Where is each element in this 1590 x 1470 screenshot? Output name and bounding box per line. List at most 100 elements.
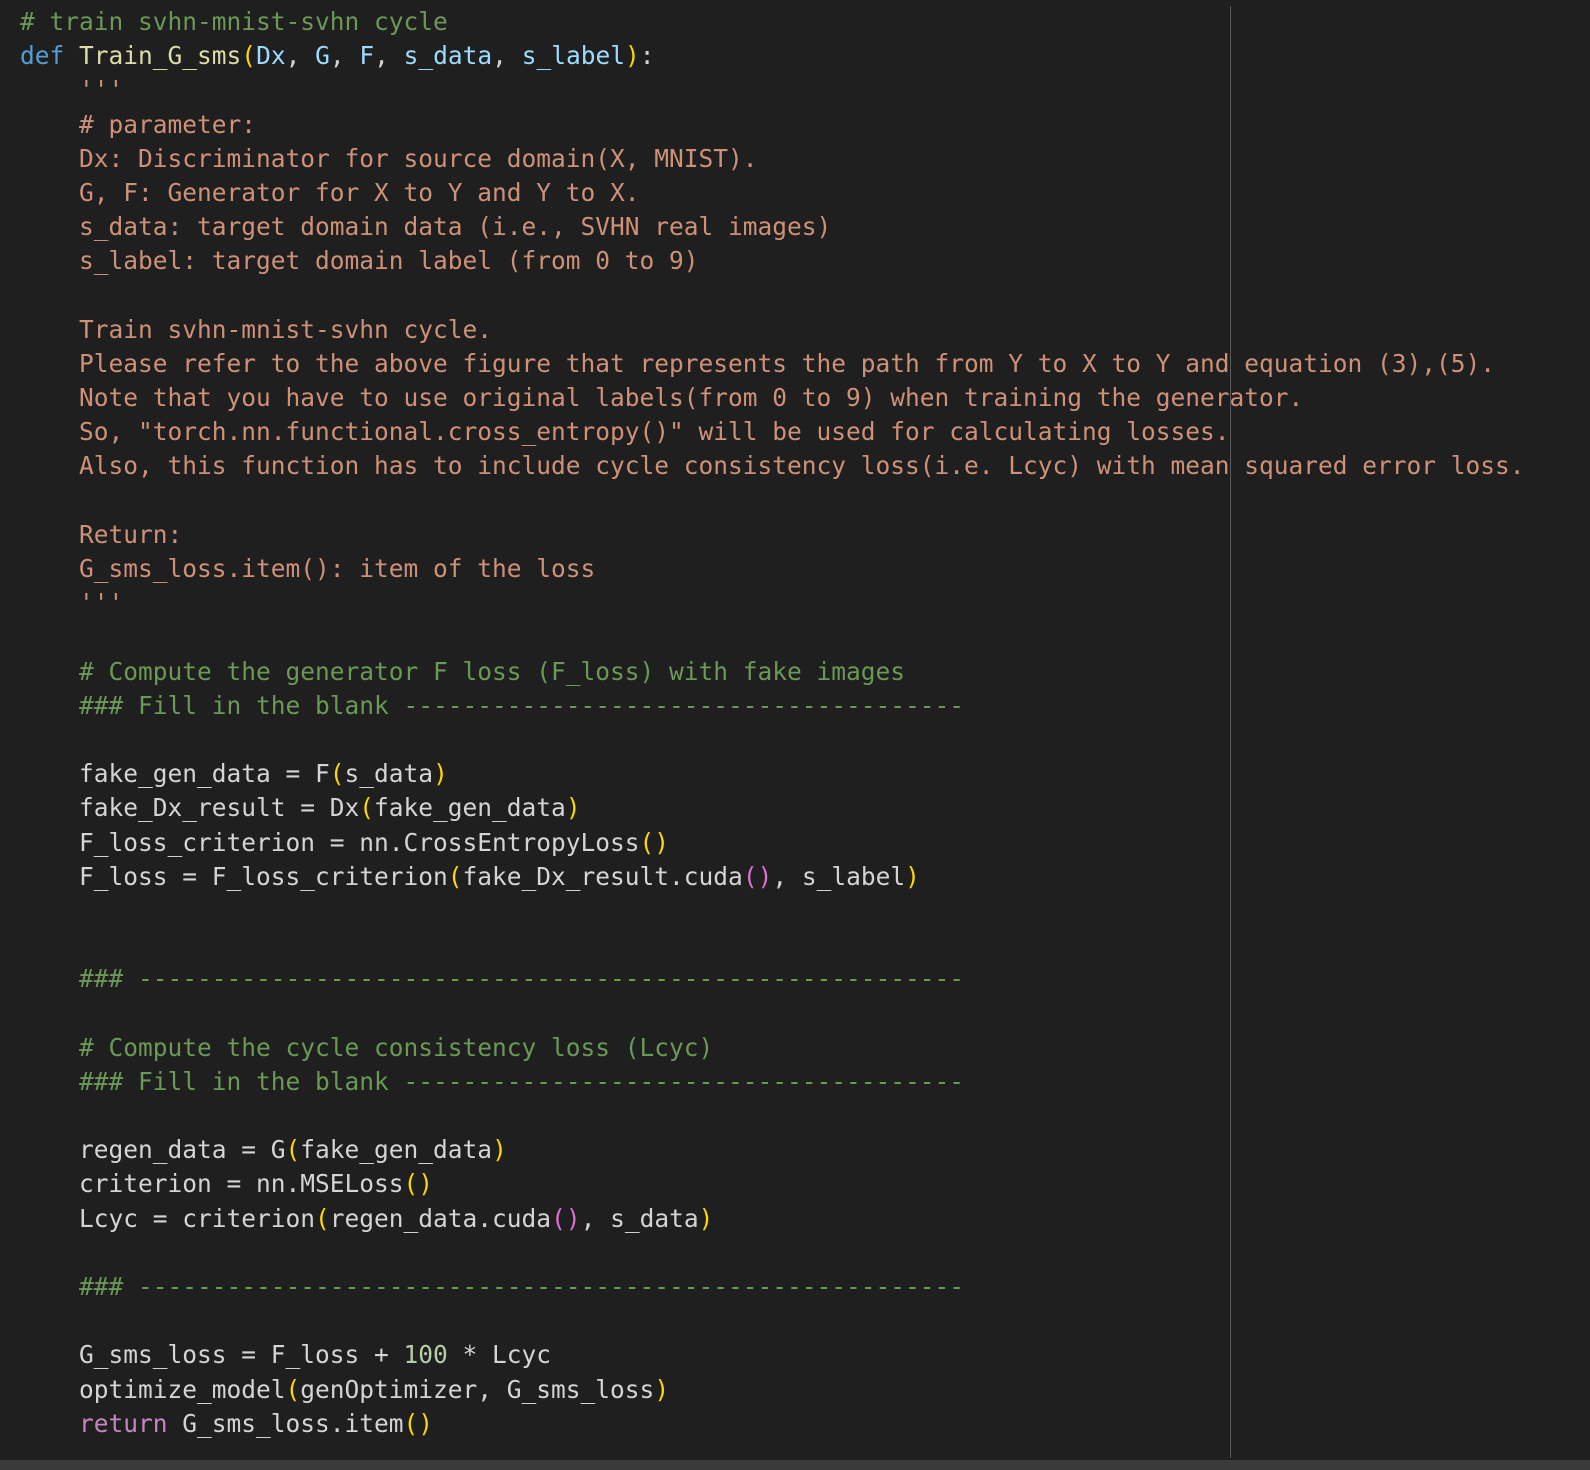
code-line-l33[interactable] xyxy=(20,1099,1525,1133)
code-token: , xyxy=(285,41,316,71)
code-line-l22[interactable] xyxy=(20,723,1525,757)
code-token: s_data xyxy=(344,759,434,789)
code-line-l04[interactable]: # parameter: xyxy=(20,108,1525,142)
code-token: Note that you have to use original label… xyxy=(79,383,1304,413)
code-token: So, "torch.nn.functional.cross_entropy()… xyxy=(79,417,1230,447)
code-line-l02[interactable]: def Train_G_sms(Dx, G, F, s_data, s_labe… xyxy=(20,39,1525,73)
code-token: ### ------------------------------------… xyxy=(79,964,965,994)
horizontal-scrollbar[interactable] xyxy=(0,1460,1590,1470)
code-token: genOptimizer, G_sms_loss xyxy=(300,1374,655,1404)
code-token: * Lcyc xyxy=(447,1340,552,1370)
code-line-l39[interactable] xyxy=(20,1304,1525,1338)
code-token: fake_Dx_result.cuda xyxy=(462,861,743,891)
code-line-l26[interactable]: F_loss = F_loss_criterion(fake_Dx_result… xyxy=(20,860,1525,894)
code-line-l09[interactable] xyxy=(20,279,1525,313)
code-token: def xyxy=(20,41,65,71)
code-token: G, F: Generator for X to Y and Y to X. xyxy=(79,177,640,207)
code-line-l41[interactable]: optimize_model(genOptimizer, G_sms_loss) xyxy=(20,1373,1525,1407)
code-line-l34[interactable]: regen_data = G(fake_gen_data) xyxy=(20,1133,1525,1167)
code-token: fake_gen_data = F xyxy=(79,759,330,789)
code-line-l37[interactable] xyxy=(20,1236,1525,1270)
code-token: s_data xyxy=(403,41,493,71)
code-token: s_label: target domain label (from 0 to … xyxy=(79,246,699,276)
code-token: ( xyxy=(241,41,257,71)
code-line-l35[interactable]: criterion = nn.MSELoss() xyxy=(20,1167,1525,1201)
code-line-l38[interactable]: ### ------------------------------------… xyxy=(20,1270,1525,1304)
code-line-l16[interactable]: Return: xyxy=(20,518,1525,552)
code-line-l24[interactable]: fake_Dx_result = Dx(fake_gen_data) xyxy=(20,791,1525,825)
code-line-l25[interactable]: F_loss_criterion = nn.CrossEntropyLoss() xyxy=(20,826,1525,860)
code-token: s_data: target domain data (i.e., SVHN r… xyxy=(79,212,832,242)
code-line-l07[interactable]: s_data: target domain data (i.e., SVHN r… xyxy=(20,210,1525,244)
code-token: , xyxy=(492,41,522,71)
code-token: ( xyxy=(447,861,463,891)
code-token: ) xyxy=(624,41,640,71)
code-line-l14[interactable]: Also, this function has to include cycle… xyxy=(20,449,1525,483)
code-token: regen_data.cuda xyxy=(329,1203,552,1233)
code-line-l28[interactable] xyxy=(20,928,1525,962)
code-line-l06[interactable]: G, F: Generator for X to Y and Y to X. xyxy=(20,176,1525,210)
code-editor[interactable]: # train svhn-mnist-svhn cycle def Train_G… xyxy=(0,0,1590,1470)
code-line-l11[interactable]: Please refer to the above figure that re… xyxy=(20,347,1525,381)
code-token: criterion = nn.MSELoss xyxy=(79,1169,404,1199)
code-line-l03[interactable]: ''' xyxy=(20,73,1525,107)
code-line-l19[interactable] xyxy=(20,620,1525,654)
code-token: Please refer to the above figure that re… xyxy=(79,348,1496,378)
code-line-l27[interactable] xyxy=(20,894,1525,928)
code-token: # train svhn-mnist-svhn cycle xyxy=(20,7,448,36)
code-line-l17[interactable]: G_sms_loss.item(): item of the loss xyxy=(20,552,1525,586)
code-area[interactable]: # train svhn-mnist-svhn cycle def Train_G… xyxy=(20,5,1525,1441)
code-line-l31[interactable]: # Compute the cycle consistency loss (Lc… xyxy=(20,1031,1525,1065)
code-token: s_label xyxy=(521,41,625,71)
code-token: ( xyxy=(285,1135,301,1165)
code-line-l01[interactable]: # train svhn-mnist-svhn cycle xyxy=(20,5,1525,39)
code-token: , xyxy=(374,41,404,71)
code-token: : xyxy=(639,41,655,71)
code-token: ) xyxy=(565,793,581,823)
code-token: ''' xyxy=(79,75,124,105)
code-line-l08[interactable]: s_label: target domain label (from 0 to … xyxy=(20,244,1525,278)
code-line-l42[interactable]: return G_sms_loss.item() xyxy=(20,1407,1525,1441)
code-line-l30[interactable] xyxy=(20,996,1525,1030)
code-line-l21[interactable]: ### Fill in the blank ------------------… xyxy=(20,689,1525,723)
code-token: ) xyxy=(433,759,448,789)
code-token: ### ------------------------------------… xyxy=(79,1271,965,1301)
code-token: Train svhn-mnist-svhn cycle. xyxy=(79,314,493,344)
code-line-l13[interactable]: So, "torch.nn.functional.cross_entropy()… xyxy=(20,415,1525,449)
code-line-l12[interactable]: Note that you have to use original label… xyxy=(20,381,1525,415)
code-token: ) xyxy=(905,861,920,891)
code-line-l40[interactable]: G_sms_loss = F_loss + 100 * Lcyc xyxy=(20,1338,1525,1372)
code-line-l23[interactable]: fake_gen_data = F(s_data) xyxy=(20,757,1525,791)
code-line-l20[interactable]: # Compute the generator F loss (F_loss) … xyxy=(20,655,1525,689)
code-token: ( xyxy=(285,1374,301,1404)
code-line-l05[interactable]: Dx: Discriminator for source domain(X, M… xyxy=(20,142,1525,176)
code-line-l10[interactable]: Train svhn-mnist-svhn cycle. xyxy=(20,313,1525,347)
code-token: ### Fill in the blank ------------------… xyxy=(79,1066,965,1096)
code-token: return xyxy=(79,1408,168,1438)
code-line-l15[interactable] xyxy=(20,484,1525,518)
code-token: Train_G_sms xyxy=(79,41,242,71)
code-token: fake_gen_data xyxy=(300,1135,493,1165)
code-token: F xyxy=(359,41,375,71)
code-token: fake_gen_data xyxy=(374,793,566,823)
code-line-l36[interactable]: Lcyc = criterion(regen_data.cuda(), s_da… xyxy=(20,1202,1525,1236)
code-line-l32[interactable]: ### Fill in the blank ------------------… xyxy=(20,1065,1525,1099)
code-token: F_loss_criterion = nn.CrossEntropyLoss xyxy=(79,827,640,857)
code-line-l18[interactable]: ''' xyxy=(20,586,1525,620)
code-line-l29[interactable]: ### ------------------------------------… xyxy=(20,962,1525,996)
